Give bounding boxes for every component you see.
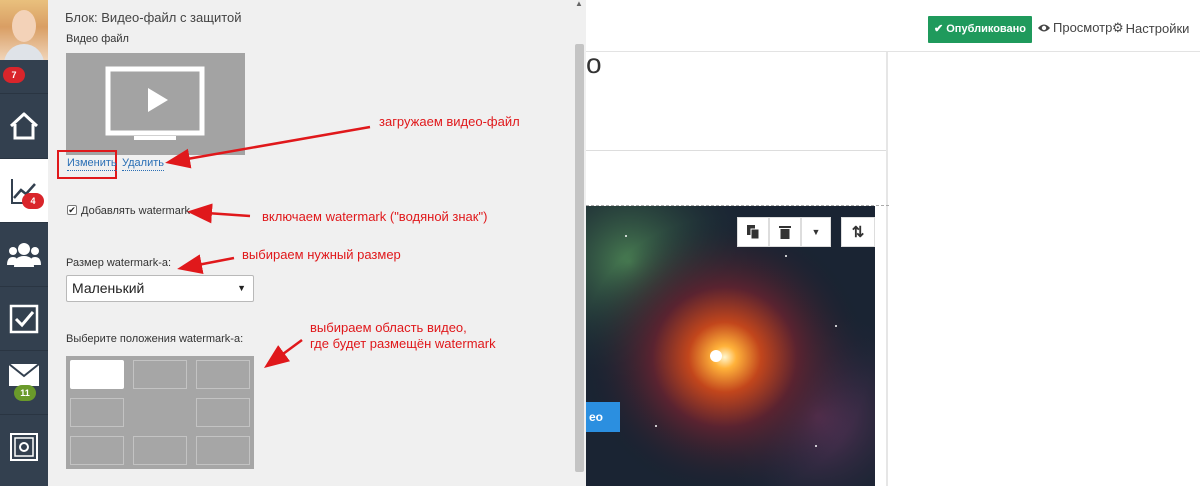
annotation-size: выбираем нужный размер [242,247,401,262]
annotation-area-line1: выбираем область видео, [310,320,467,335]
annotation-arrow-enable [187,203,251,224]
annotation-upload: загружаем видео-файл [379,114,520,129]
annotation-arrows [165,125,371,368]
annotation-arrow-area [263,338,303,368]
annotation-arrow-upload [165,125,371,169]
annotation-enable: включаем watermark ("водяной знак") [262,209,488,224]
annotation-area-line2: где будет размещён watermark [310,336,496,351]
annotation-arrow-size [177,254,235,275]
